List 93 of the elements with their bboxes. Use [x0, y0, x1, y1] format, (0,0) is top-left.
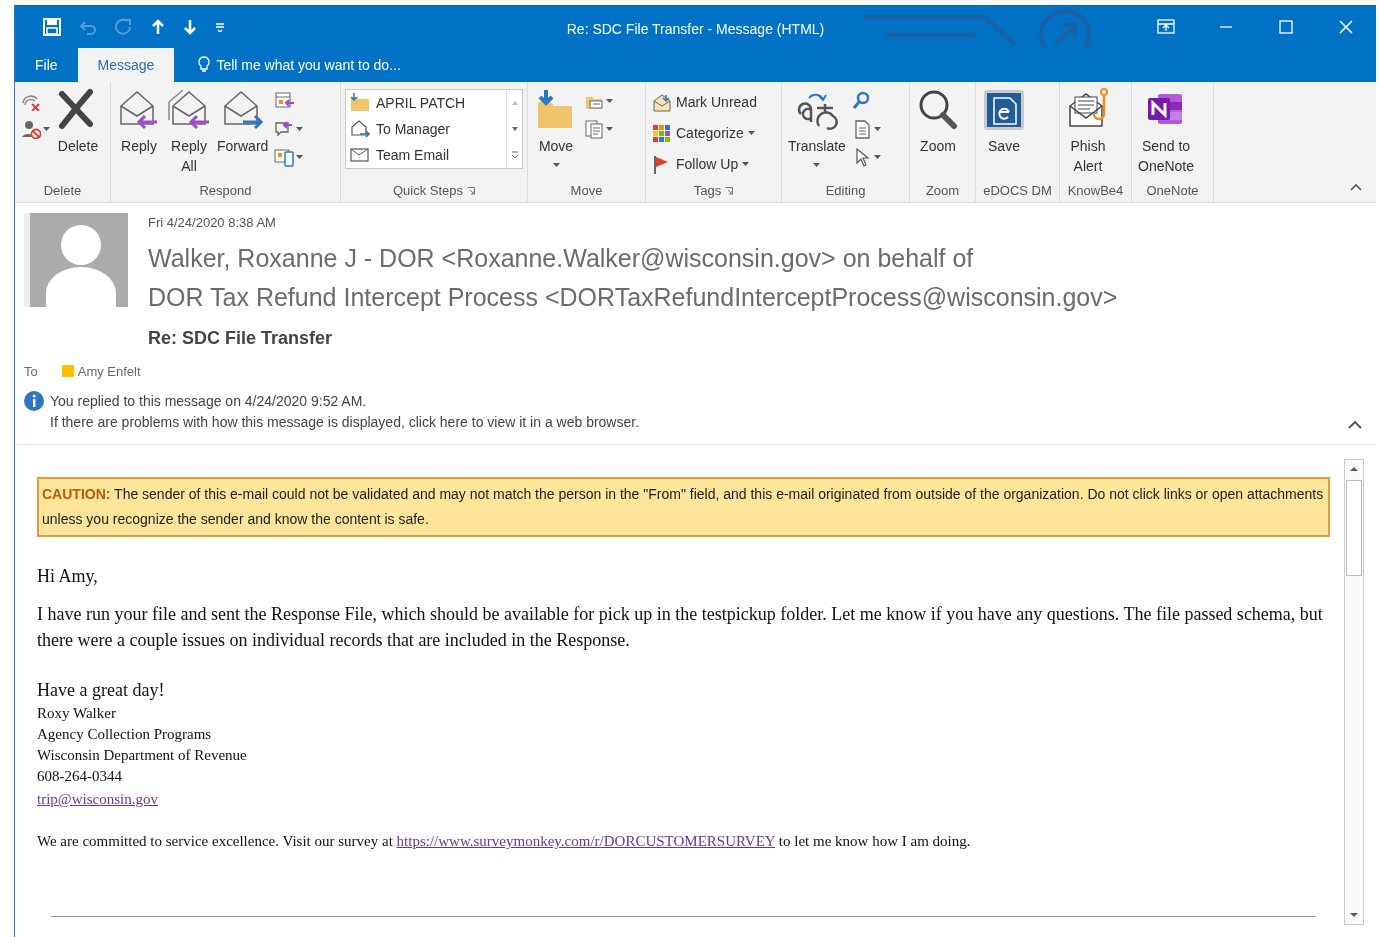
more-respond-icon	[274, 147, 295, 167]
ribbon-button[interactable]: Phish Alert	[1064, 86, 1112, 178]
dialog-launcher-icon[interactable]	[725, 187, 734, 195]
gallery-more-icon[interactable]	[510, 151, 519, 159]
envelope-read-icon	[652, 92, 672, 113]
ribbon-button[interactable]: Mark Unread	[650, 90, 759, 115]
dropdown-caret-icon	[606, 126, 613, 131]
ribbon-button[interactable]	[272, 146, 306, 168]
ribbon-group-label: OneNote	[1146, 182, 1199, 200]
down-arrow-icon[interactable]	[183, 18, 197, 35]
dialog-launcher-icon[interactable]	[467, 187, 476, 195]
dropdown-caret-icon	[606, 98, 613, 103]
sent-date: Fri 4/24/2020 8:38 AM	[148, 214, 277, 232]
folder-arrow-icon	[350, 93, 370, 113]
dropdown-caret-icon	[747, 131, 755, 136]
body-paragraph: I have run your file and sent the Response File, which should be available for pick up in the testpickup folder. Let me know if you have any questions. The file passed schema, but there were a couple issues on individual records that are included in the Response.	[37, 603, 1324, 652]
ribbon-button[interactable]: Zoom	[914, 86, 962, 158]
collapse-ribbon-icon[interactable]	[1350, 182, 1362, 191]
ribbon-button[interactable]: Follow Up	[650, 152, 759, 177]
document-list-icon	[584, 119, 604, 139]
signature-line: Wisconsin Department of Revenue	[37, 746, 248, 765]
meeting-reply-icon	[274, 91, 295, 111]
dropdown-caret-icon	[552, 162, 560, 167]
survey-sentence: We are committed to service excellence. Visit our survey at https://www.surveymonkey.com/r/DORCUSTOMERSURVEY to let me know how I am doing.	[37, 832, 972, 851]
scroll-down-icon[interactable]	[510, 125, 519, 133]
close-icon[interactable]	[1337, 17, 1355, 36]
dropdown-caret-icon	[873, 126, 881, 131]
ribbon-tab[interactable]: File	[15, 48, 78, 82]
chat-reply-icon	[274, 119, 295, 139]
scroll-thumb[interactable]	[1346, 480, 1362, 576]
quick-step-item[interactable]: APRIL PATCH	[346, 90, 506, 116]
ribbon-display-icon[interactable]	[1157, 17, 1175, 36]
caution-banner: CAUTION: The sender of this e-mail could not be validated and may not match the person in the "From" field, and this e-mail originated from outside of the organization. Do not click links or open attachments unless you recognize the sender and know the content is safe.	[37, 477, 1330, 537]
ribbon-button[interactable]: Delete	[54, 86, 102, 158]
ribbon-group-label: Editing	[825, 182, 866, 200]
up-arrow-icon[interactable]	[151, 18, 165, 35]
dropdown-caret-icon	[296, 126, 304, 131]
ribbon-group-label: Zoom	[925, 182, 960, 200]
dropdown-caret-icon	[296, 154, 304, 159]
sender-line: Walker, Roxanne J - DOR <Roxanne.Walker@wisconsin.gov> on behalf of	[148, 242, 975, 274]
ribbon-button[interactable]: Move	[532, 86, 580, 178]
dropdown-caret-icon	[873, 154, 881, 159]
ribbon-button[interactable]: Translate	[786, 86, 848, 178]
dropdown-caret-icon	[43, 126, 50, 131]
ribbon-group-label: KnowBe4	[1067, 182, 1124, 200]
magnifier-icon	[851, 91, 872, 111]
recipient-name[interactable]: Amy Enfelt	[77, 361, 141, 381]
ribbon-button[interactable]: Send to OneNote	[1136, 86, 1197, 178]
quick-step-item[interactable]: Team Email	[346, 142, 506, 168]
avatar-icon	[24, 213, 128, 307]
save-icon[interactable]	[43, 17, 61, 36]
ribbon-button[interactable]: Categorize	[650, 121, 759, 146]
ribbon-group-label: eDOCS DM	[983, 182, 1052, 200]
survey-link[interactable]: https://www.surveymonkey.com/r/DORCUSTOMERSURVEY	[396, 833, 776, 849]
signature-line: 608-264-0344	[37, 767, 123, 786]
infobar-text: You replied to this message on 4/24/2020 9:52 AM.	[50, 392, 368, 411]
ribbon-group-label: Tags	[693, 182, 722, 200]
ribbon-tab[interactable]: Message	[77, 48, 175, 82]
infobar-link[interactable]: If there are problems with how this message is displayed, click here to view it in a web browser.	[50, 412, 640, 433]
closing-text: Have a great day!	[37, 679, 166, 702]
ribbon-button[interactable]: Save	[980, 86, 1028, 158]
ribbon-button[interactable]: Reply	[115, 86, 163, 158]
customize-toolbar-icon[interactable]	[215, 21, 225, 32]
edocs-save-icon	[982, 88, 1026, 132]
to-label: To	[24, 362, 38, 381]
dropdown-caret-icon	[813, 162, 821, 167]
ribbon-button[interactable]: Forward	[215, 86, 271, 158]
email-link[interactable]: trip@wisconsin.gov	[37, 789, 158, 810]
ribbon-button[interactable]: Reply All	[165, 86, 213, 178]
blocked-person-icon	[21, 119, 41, 139]
window-title: Re: SDC File Transfer - Message (HTML)	[566, 21, 825, 37]
greeting-text: Hi Amy,	[37, 565, 99, 588]
envelope-arrow-icon	[350, 119, 370, 139]
ribbon-button[interactable]	[19, 118, 52, 140]
color-grid-icon	[652, 123, 672, 144]
collapse-header-icon[interactable]	[1348, 420, 1362, 430]
envelope-icon	[350, 145, 370, 165]
lightbulb-icon	[198, 56, 211, 74]
tell-me-search[interactable]: Tell me what you want to do...	[192, 48, 407, 82]
dropdown-caret-icon	[742, 162, 750, 167]
ribbon-group-label: Delete	[43, 182, 82, 200]
ribbon-button[interactable]	[582, 118, 615, 140]
quick-step-item[interactable]: To Manager	[346, 116, 506, 142]
ribbon-group-label: Quick Steps	[392, 182, 464, 200]
ribbon-group-label: Move	[570, 182, 603, 200]
reply-all-envelope-icon	[167, 88, 211, 132]
info-icon	[24, 391, 44, 411]
signature-line: Roxy Walker	[37, 704, 117, 723]
signature-line: Agency Collection Programs	[37, 725, 213, 744]
ribbon-group-label: Respond	[199, 182, 252, 200]
sender-line: DOR Tax Refund Intercept Process <DORTaxRefundInterceptProcess@wisconsin.gov>	[148, 281, 1118, 313]
message-subject: Re: SDC File Transfer	[148, 326, 334, 350]
maximize-icon[interactable]	[1277, 17, 1295, 36]
